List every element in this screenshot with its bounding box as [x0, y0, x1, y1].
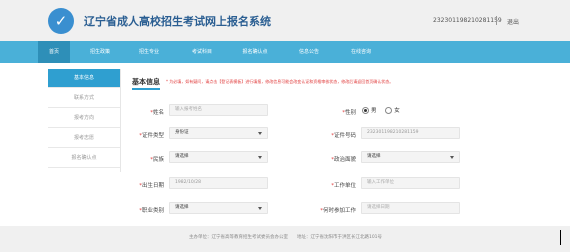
chevron-down-icon	[450, 156, 454, 159]
nav-item-subjects[interactable]: 考试科目	[180, 41, 224, 63]
sidebar-item-confirm-point[interactable]: 报名确认点	[48, 149, 120, 168]
sidebar-item-choices[interactable]: 报考志愿	[48, 129, 120, 148]
nav-item-confirm-point[interactable]: 报名确认点	[231, 41, 279, 63]
work-start-label: *何时参加工作	[310, 206, 356, 214]
name-label-text: 姓名	[152, 110, 164, 116]
id-type-label-text: 证件类型	[141, 133, 164, 139]
ethnicity-select[interactable]: 请选择	[169, 151, 268, 163]
logout-link[interactable]: 退出	[507, 17, 519, 26]
workplace-label-text: 工作单位	[333, 183, 356, 189]
gender-radio-group: 男 女	[362, 106, 407, 116]
gender-male-label: 男	[371, 108, 377, 114]
sidebar-item-contact[interactable]: 联系方式	[48, 89, 120, 108]
gender-male-radio[interactable]	[362, 106, 369, 114]
workplace-input[interactable]: 输入工作单位	[361, 177, 460, 189]
occupation-select[interactable]: 请选择	[169, 202, 268, 214]
id-number-label: *证件号码	[310, 131, 356, 139]
work-start-date-input[interactable]: 请选择日期	[361, 202, 460, 214]
gender-label: *性别	[310, 108, 356, 116]
gender-female-label: 女	[394, 108, 400, 114]
id-number-label-text: 证件号码	[333, 133, 356, 139]
user-id: 232301198210281159	[433, 17, 502, 24]
header-divider	[496, 16, 497, 25]
id-type-label: *证件类型	[118, 131, 164, 139]
id-type-select[interactable]: 身份证	[169, 127, 268, 139]
sidebar-item-direction[interactable]: 报考方向	[48, 109, 120, 128]
nav-item-announcements[interactable]: 信息公告	[289, 41, 329, 63]
id-number-field: 232301198210281159	[361, 127, 460, 139]
name-input[interactable]: 输入报考姓名	[169, 104, 268, 116]
occupation-value: 请选择	[175, 205, 189, 210]
gender-female-radio[interactable]	[385, 106, 393, 114]
political-label-text: 政治面貌	[333, 157, 356, 163]
birth-label-text: 出生日期	[141, 183, 164, 189]
nav-item-home[interactable]: 首页	[38, 41, 70, 63]
sidebar: 基本信息 联系方式 报考方向 报考志愿 报名确认点	[48, 69, 121, 172]
site-footer: 主办单位：辽宁省高等教育招生考试委员会办公室 地址：辽宁省沈阳市于洪区长江北路1…	[0, 226, 570, 252]
site-title: 辽宁省成人高校招生考试网上报名系统	[84, 15, 271, 28]
political-label: *政治面貌	[310, 155, 356, 163]
chevron-down-icon	[258, 156, 262, 159]
birth-date-field: 1982/10/28	[169, 177, 268, 189]
id-type-value: 身份证	[175, 130, 189, 135]
political-select[interactable]: 请选择	[361, 151, 460, 163]
form-notice: * 为必填，如有疑问，请点击【登记表模板】进行填报，修改信息可能会改变认证和资格…	[166, 79, 394, 84]
main-nav: 首页 招生政策 招生专业 考试科目 报名确认点 信息公告 在线咨询	[0, 41, 570, 63]
birth-label: *出生日期	[118, 181, 164, 189]
chevron-down-icon	[258, 132, 262, 135]
workplace-label: *工作单位	[310, 181, 356, 189]
political-value: 请选择	[367, 154, 381, 159]
occupation-label: *职业类别	[118, 206, 164, 214]
chevron-down-icon	[258, 207, 262, 210]
section-title: 基本信息	[132, 77, 160, 90]
ethnicity-label: *民族	[118, 155, 164, 163]
ethnicity-label-text: 民族	[152, 157, 164, 163]
occupation-label-text: 职业类别	[141, 208, 164, 214]
nav-item-consult[interactable]: 在线咨询	[339, 41, 383, 63]
edge-mark	[560, 230, 561, 245]
nav-item-majors[interactable]: 招生专业	[127, 41, 171, 63]
logo-icon: ✓	[48, 8, 74, 34]
footer-text: 主办单位：辽宁省高等教育招生考试委员会办公室 地址：辽宁省沈阳市于洪区长江北路1…	[188, 235, 383, 240]
name-label: *姓名	[118, 108, 164, 116]
ethnicity-value: 请选择	[175, 154, 189, 159]
sidebar-item-basic-info[interactable]: 基本信息	[48, 69, 120, 88]
site-header: ✓ 辽宁省成人高校招生考试网上报名系统 232301198210281159 退…	[0, 0, 570, 41]
nav-item-policy[interactable]: 招生政策	[80, 41, 120, 63]
gender-label-text: 性别	[344, 110, 356, 116]
work-start-label-text: 何时参加工作	[322, 208, 356, 214]
